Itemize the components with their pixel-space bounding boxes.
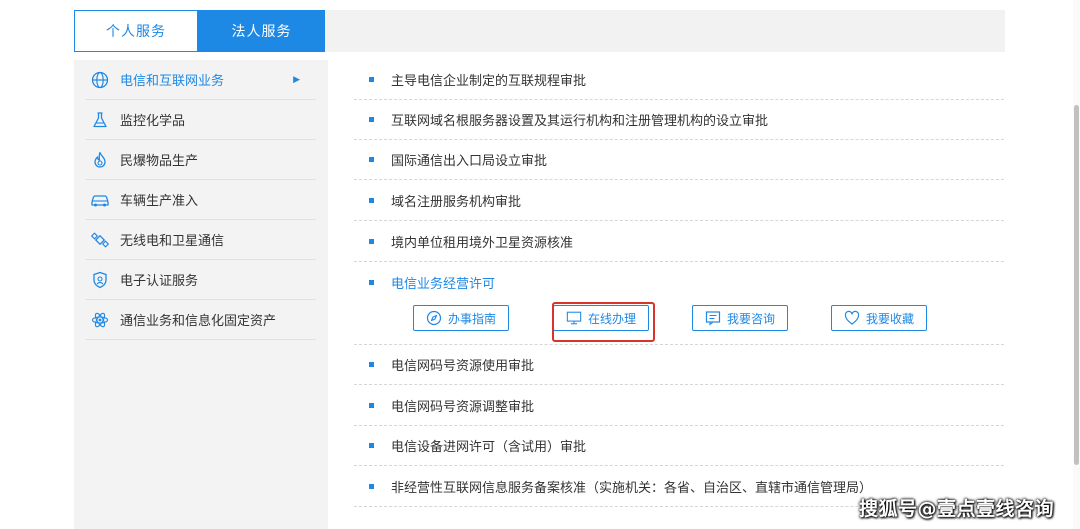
list-item[interactable]: 互联网域名根服务器设置及其运行机构和注册管理机构的设立审批 (354, 100, 1004, 140)
list-item-label: 主导电信企业制定的互联规程审批 (391, 74, 587, 89)
tab-bar: 个人服务 法人服务 (74, 10, 1005, 52)
consult-button-label: 我要咨询 (726, 311, 775, 326)
sidebar: 电信和互联网业务 ▶ 监控化学品 民爆物品生产 车辆生产准入 无线电和卫星通信 … (74, 60, 328, 529)
bullet-icon (369, 279, 374, 285)
list-item[interactable]: 域名注册服务机构审批 (354, 181, 1004, 221)
sidebar-item-label: 通信业务和信息化固定资产 (120, 314, 277, 329)
bullet-icon (369, 403, 374, 408)
scrollbar-thumb[interactable] (1074, 105, 1079, 465)
triangle-right-icon: ▶ (293, 74, 300, 85)
car-icon (90, 190, 110, 210)
globe-icon (90, 70, 110, 90)
sidebar-item-radio-satellite[interactable]: 无线电和卫星通信 (86, 220, 316, 260)
list-item[interactable]: 电信网码号资源使用审批 (354, 345, 1004, 385)
bullet-icon (369, 117, 374, 122)
list-item-label: 互联网域名根服务器设置及其运行机构和注册管理机构的设立审批 (391, 114, 769, 129)
shield-icon (90, 270, 110, 290)
guide-button-label: 办事指南 (447, 311, 496, 326)
flask-icon (90, 110, 110, 130)
satellite-icon (90, 230, 110, 250)
bullet-icon (369, 157, 374, 162)
sidebar-item-label: 车辆生产准入 (120, 194, 199, 209)
list-item[interactable]: 主导电信企业制定的互联规程审批 (354, 60, 1004, 100)
sidebar-item-label: 民爆物品生产 (120, 154, 199, 169)
list-item-label: 域名注册服务机构审批 (391, 195, 522, 210)
list-item-telecom-business-license[interactable]: 电信业务经营许可 (354, 262, 1004, 302)
list-item-label: 非经营性互联网信息服务备案核准（实施机关：各省、自治区、直辖市通信管理局） (391, 481, 873, 496)
bullet-icon (369, 77, 374, 82)
flame-icon (90, 150, 110, 170)
sidebar-item-label: 电子认证服务 (120, 274, 199, 289)
sidebar-item-telecom-fixed-assets[interactable]: 通信业务和信息化固定资产 (86, 300, 316, 340)
bullet-icon (369, 484, 374, 489)
consult-button[interactable]: 我要咨询 (692, 305, 788, 331)
sidebar-item-explosives-production[interactable]: 民爆物品生产 (86, 140, 316, 180)
list-item-label: 电信网码号资源使用审批 (391, 359, 535, 374)
list-item-label: 境内单位租用境外卫星资源核准 (391, 236, 574, 251)
highlight-box (552, 302, 655, 342)
tab-personal-services[interactable]: 个人服务 (74, 10, 198, 52)
list-item-label: 国际通信出入口局设立审批 (391, 154, 548, 169)
watermark: 搜狐号@壹点壹线咨询 (858, 498, 1054, 520)
tab-corporate-services[interactable]: 法人服务 (198, 10, 325, 52)
favorite-button[interactable]: 我要收藏 (831, 305, 927, 331)
atom-icon (90, 310, 110, 330)
list-item-label: 电信业务经营许可 (391, 276, 496, 292)
message-icon (705, 310, 721, 326)
sidebar-item-monitored-chemicals[interactable]: 监控化学品 (86, 100, 316, 140)
bullet-icon (369, 239, 374, 244)
compass-icon (426, 310, 442, 326)
list-item-label: 电信网码号资源调整审批 (391, 400, 535, 415)
favorite-button-label: 我要收藏 (865, 311, 914, 326)
bullet-icon (369, 443, 374, 448)
heart-icon (844, 310, 860, 326)
list-item[interactable]: 国际通信出入口局设立审批 (354, 140, 1004, 180)
sidebar-item-label: 监控化学品 (120, 114, 186, 129)
bullet-icon (369, 198, 374, 203)
guide-button[interactable]: 办事指南 (413, 305, 509, 331)
bullet-icon (369, 362, 374, 367)
list-item[interactable]: 电信设备进网许可（含试用）审批 (354, 426, 1004, 466)
sidebar-item-label: 电信和互联网业务 (120, 74, 225, 89)
sidebar-item-label: 无线电和卫星通信 (120, 234, 225, 249)
sidebar-item-vehicle-production-access[interactable]: 车辆生产准入 (86, 180, 316, 220)
list-item[interactable]: 电信网码号资源调整审批 (354, 386, 1004, 426)
sidebar-item-electronic-certification[interactable]: 电子认证服务 (86, 260, 316, 300)
sidebar-item-telecom-internet[interactable]: 电信和互联网业务 ▶ (86, 60, 316, 100)
list-item-label: 电信设备进网许可（含试用）审批 (391, 440, 587, 455)
list-item[interactable]: 境内单位租用境外卫星资源核准 (354, 222, 1004, 262)
